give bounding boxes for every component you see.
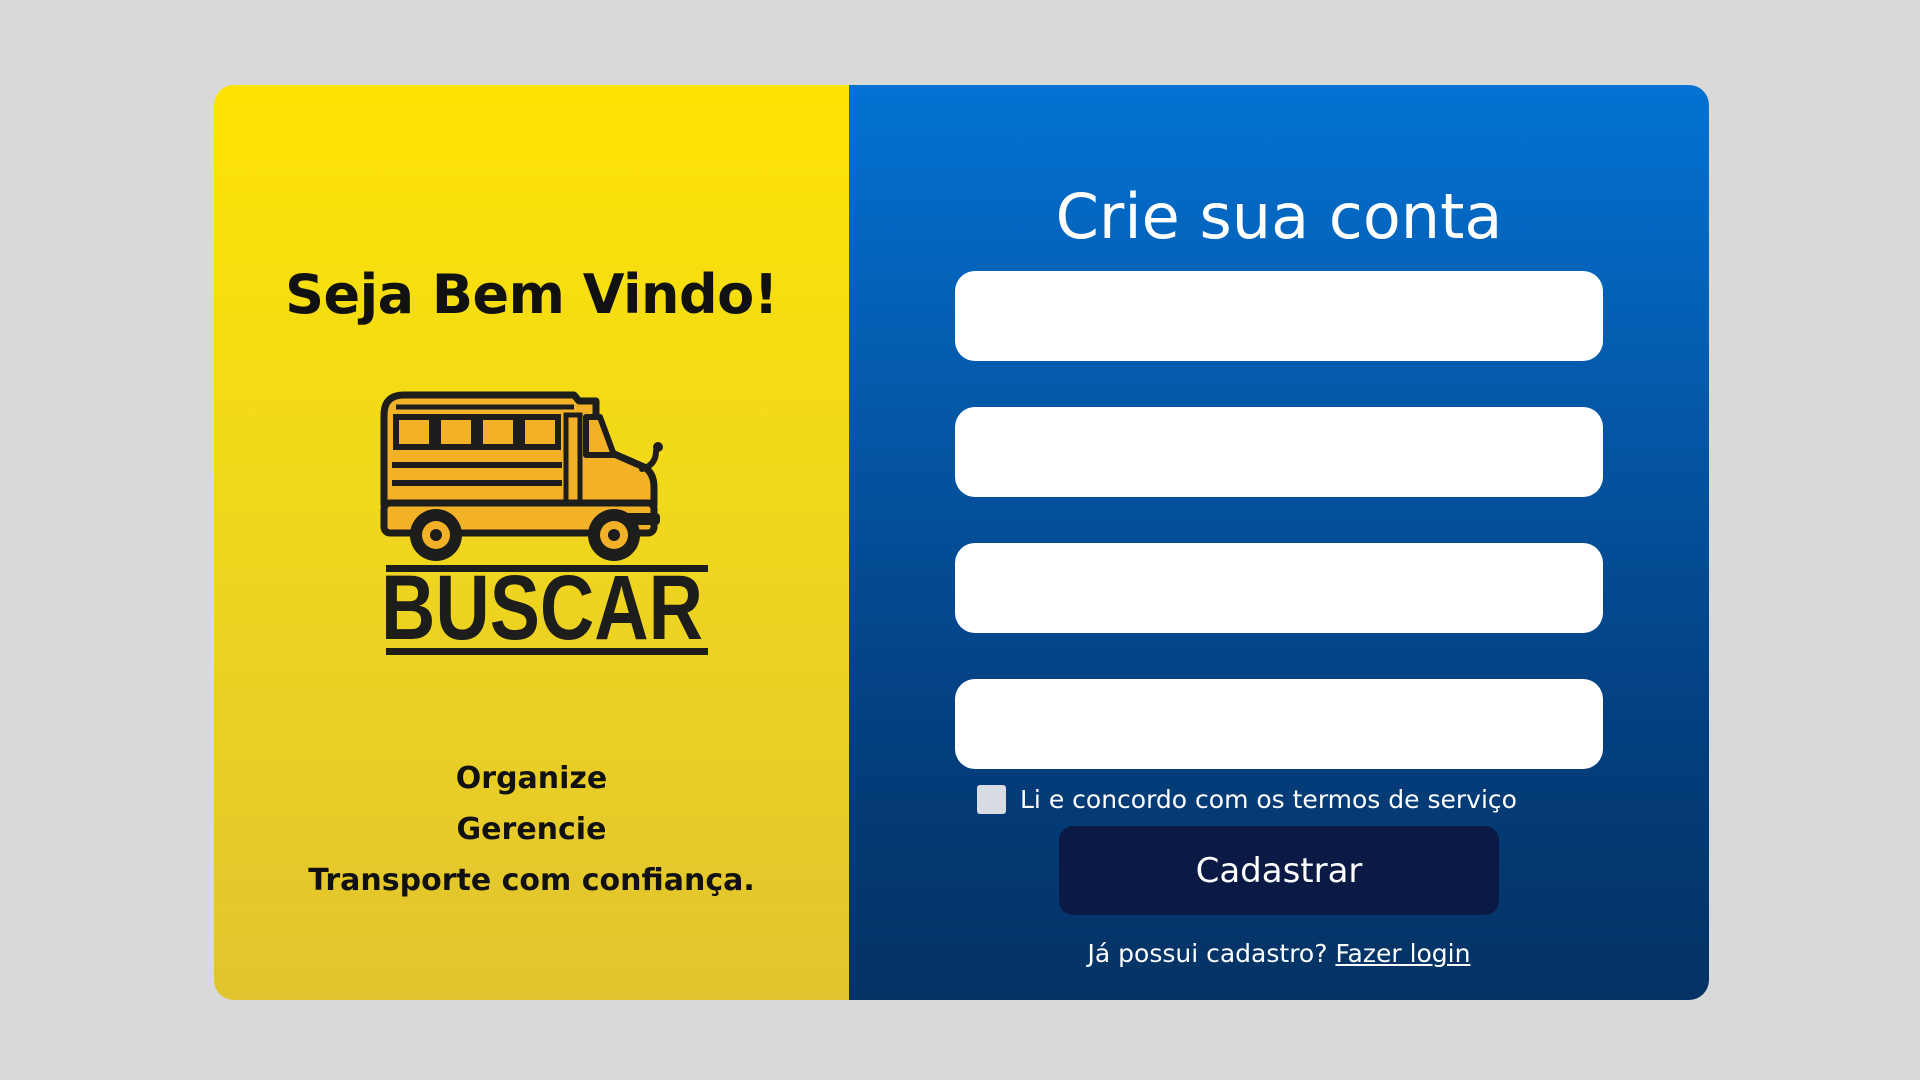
tagline-line-gerencie: Gerencie: [456, 812, 607, 847]
buscar-logo: BUSCAR: [380, 391, 708, 655]
form-title: Crie sua conta: [1055, 180, 1503, 253]
tagline-line-transporte: Transporte com confiança.: [308, 863, 755, 898]
terms-label: Li e concordo com os termos de serviço: [1020, 784, 1517, 814]
signup-card: Seja Bem Vindo! BUSCAR Organize Gerencie…: [214, 85, 1709, 1000]
form-field-1[interactable]: [955, 271, 1603, 361]
form-field-3[interactable]: [955, 543, 1603, 633]
welcome-title: Seja Bem Vindo!: [285, 263, 778, 326]
register-button[interactable]: Cadastrar: [1059, 826, 1499, 915]
login-link[interactable]: Fazer login: [1335, 939, 1470, 968]
tagline-line-organize: Organize: [455, 761, 608, 796]
login-prompt-row: Já possui cadastro? Fazer login: [849, 939, 1709, 968]
terms-row: Li e concordo com os termos de serviço: [977, 782, 1517, 816]
login-prompt-text: Já possui cadastro?: [1087, 939, 1328, 968]
brand-name: BUSCAR: [381, 557, 703, 655]
terms-checkbox[interactable]: [977, 784, 1006, 814]
welcome-panel: Seja Bem Vindo! BUSCAR Organize Gerencie…: [214, 85, 849, 1000]
signup-form-panel: Crie sua conta Li e concordo com os term…: [849, 85, 1709, 1000]
form-field-2[interactable]: [955, 407, 1603, 497]
form-field-4[interactable]: [955, 679, 1603, 769]
